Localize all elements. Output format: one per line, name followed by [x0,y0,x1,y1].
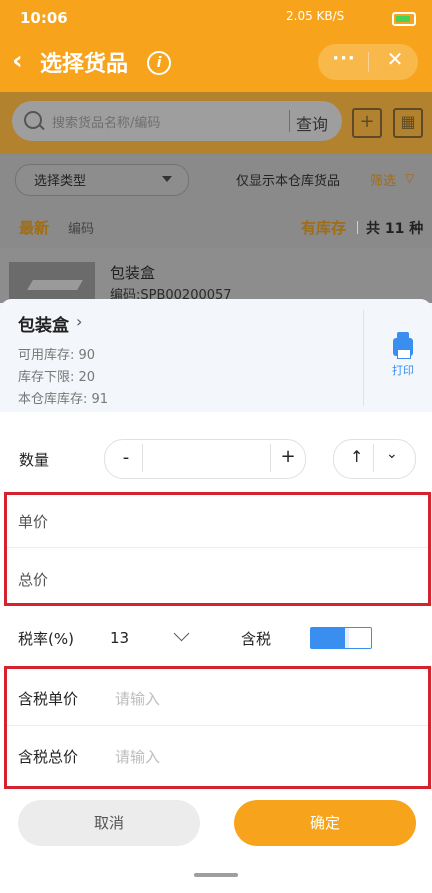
reorder-divider [373,444,374,472]
sort-latest-tab[interactable]: 最新 [19,217,49,238]
info-icon[interactable]: i [147,51,171,75]
tax-included-label: 含税 [241,630,272,648]
search-button[interactable]: 查询 [296,111,328,135]
in-stock-filter[interactable]: 有库存 [301,217,346,238]
tax-rate-label: 税率(%) [18,630,74,648]
stock-min: 库存下限: 20 [18,370,96,385]
unit-price-label: 单价 [18,513,49,531]
only-this-warehouse-toggle[interactable]: 仅显示本仓库货品 [236,170,340,189]
cancel-button[interactable]: 取消 [18,800,200,846]
row-divider [7,725,428,726]
row-divider [7,547,428,548]
tax-price-group-highlight [4,666,431,789]
sheet-product-name[interactable]: 包装盒 [18,311,69,336]
price-group-highlight [4,492,431,606]
chevron-right-icon[interactable]: › [76,312,82,331]
capsule-divider [368,52,369,72]
toggle-fill [311,628,345,648]
stepper-divider-left [142,444,143,472]
chevron-left-icon[interactable]: ‹ [12,46,30,76]
caret-down-icon [162,176,172,182]
chevron-down-icon[interactable]: ⌄ [386,446,398,462]
info-divider [363,310,364,406]
toggle-knob [345,628,349,648]
import-icon[interactable]: + [352,108,382,138]
close-icon[interactable]: ✕ [383,47,407,75]
search-placeholder: 搜索货品名称/编码 [52,116,161,131]
product-name: 包装盒 [110,264,156,282]
status-time: 10:06 [20,9,68,27]
total-price-label: 总价 [18,571,49,589]
page-title: 选择货品 [40,52,129,77]
search-divider [289,110,290,132]
decrement-button[interactable]: - [118,447,134,469]
item-count: 共 11 种 [366,221,424,237]
tax-unit-price-label: 含税单价 [18,690,79,708]
arrow-up-icon[interactable]: ↑ [350,447,363,466]
quantity-label: 数量 [19,451,50,469]
print-button[interactable]: 打印 [392,362,414,378]
warehouse-stock: 本仓库库存: 91 [18,392,109,407]
network-speed: 2.05 KB/S [286,9,345,23]
tax-rate-select[interactable]: 13 [110,629,129,647]
product-thumbnail-shape [27,280,83,290]
tax-unit-price-input[interactable]: 请输入 [115,688,160,709]
sort-code-tab[interactable]: 编码 [68,218,94,237]
printer-icon-paper [397,349,411,359]
quantity-stepper[interactable] [104,439,306,479]
available-stock: 可用库存: 90 [18,348,96,363]
type-select-label: 选择类型 [34,174,87,189]
confirm-button[interactable]: 确定 [234,800,416,846]
stepper-divider-right [270,444,271,472]
filter-icon: ▽ [405,171,415,185]
count-divider [357,221,358,234]
increment-button[interactable]: + [278,446,298,468]
scan-icon[interactable]: ▦ [393,108,423,138]
filter-button[interactable]: 筛选 [370,170,396,189]
reorder-control [333,439,416,479]
more-icon[interactable]: ··· [332,48,356,74]
home-indicator [194,873,238,877]
battery-level [396,16,410,22]
tax-total-price-label: 含税总价 [18,748,79,766]
tax-total-price-input[interactable]: 请输入 [115,746,160,767]
